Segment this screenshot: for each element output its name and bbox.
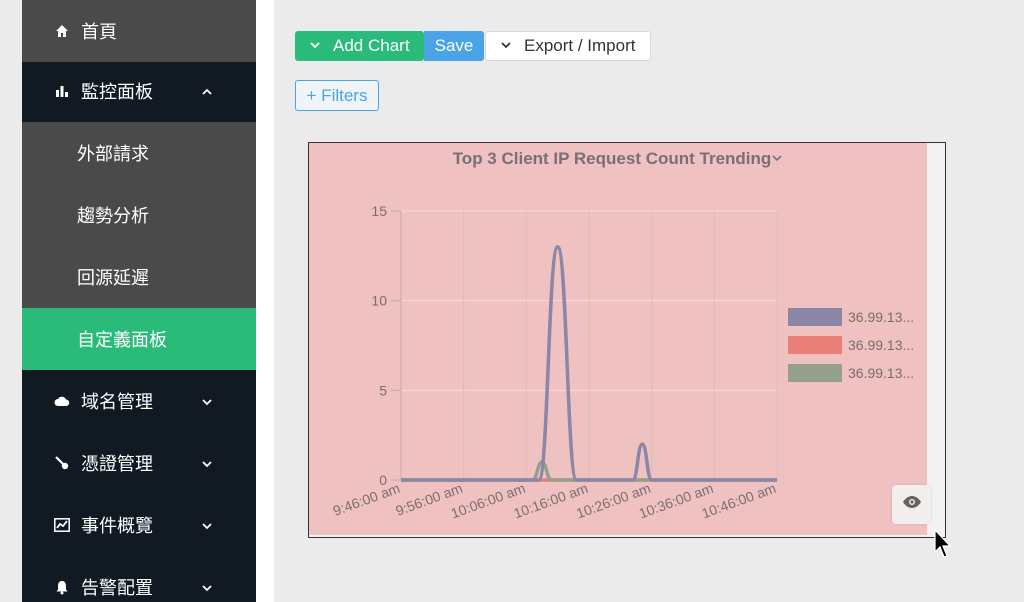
legend-label: 36.99.13... (848, 337, 914, 353)
chevron-up-icon (200, 83, 214, 104)
line-chart: 0510159:46:00 am9:56:00 am10:06:00 am10:… (331, 203, 914, 521)
sidebar-item-domains[interactable]: 域名管理 (22, 370, 256, 432)
chart-widget[interactable]: Top 3 Client IP Request Count Trending 0… (308, 142, 946, 538)
sidebar-item-external-requests[interactable]: 外部請求 (22, 122, 256, 184)
chevron-down-icon (309, 36, 321, 56)
key-icon (52, 455, 72, 471)
view-button[interactable] (892, 485, 931, 524)
mouse-cursor (933, 528, 953, 565)
filters-button[interactable]: + Filters (295, 80, 379, 111)
home-icon (52, 24, 72, 38)
chevron-down-icon (200, 579, 214, 600)
chevron-down-icon (500, 36, 512, 56)
sidebar-item-trend-analysis[interactable]: 趨勢分析 (22, 184, 256, 246)
chevron-down-icon (200, 455, 214, 476)
sidebar-item-origin-latency[interactable]: 回源延遲 (22, 246, 256, 308)
window-edge (0, 0, 22, 602)
sidebar-item-home[interactable]: 首頁 (22, 0, 256, 62)
legend-swatch (788, 336, 842, 354)
chart-panel: Top 3 Client IP Request Count Trending 0… (309, 143, 927, 535)
sidebar-item-label: 外部請求 (77, 144, 149, 165)
chevron-down-icon (200, 393, 214, 414)
trend-icon (52, 518, 72, 532)
save-button[interactable]: Save (424, 31, 484, 61)
legend-label: 36.99.13... (848, 309, 914, 325)
add-chart-button[interactable]: Add Chart (295, 31, 424, 61)
bar-chart-icon (52, 84, 72, 98)
sidebar-item-events[interactable]: 事件概覽 (22, 494, 256, 556)
export-import-button[interactable]: Export / Import (485, 31, 651, 61)
sidebar-item-label: 監控面板 (81, 82, 153, 103)
sidebar-item-label: 憑證管理 (81, 454, 153, 475)
export-import-label: Export / Import (524, 36, 636, 55)
sidebar-item-label: 回源延遲 (77, 268, 149, 289)
content-divider (256, 0, 274, 602)
sidebar-item-label: 告警配置 (81, 578, 153, 599)
chevron-down-icon (200, 517, 214, 538)
legend-label: 36.99.13... (848, 365, 914, 381)
bell-icon (52, 580, 72, 595)
sidebar-item-label: 域名管理 (81, 392, 153, 413)
sidebar-item-label: 趨勢分析 (77, 206, 149, 227)
legend-swatch (788, 308, 842, 326)
add-chart-label: Add Chart (333, 36, 410, 55)
sidebar: 首頁 監控面板 外部請求 趨勢分析 回源延遲 自定義面板 域名管理 憑證管理 事… (22, 0, 256, 602)
x-tick-label: 9:46:00 am (331, 480, 402, 519)
y-tick-label: 5 (379, 382, 387, 398)
sidebar-item-certificates[interactable]: 憑證管理 (22, 432, 256, 494)
eye-icon (902, 495, 922, 514)
sidebar-item-label: 首頁 (81, 22, 117, 43)
legend-swatch (788, 364, 842, 382)
sidebar-item-monitoring[interactable]: 監控面板 (22, 60, 256, 122)
sidebar-item-custom-dashboard[interactable]: 自定義面板 (22, 308, 256, 370)
sidebar-item-label: 事件概覽 (81, 516, 153, 537)
cloud-icon (52, 395, 72, 407)
y-tick-label: 10 (371, 293, 387, 309)
sidebar-item-label: 自定義面板 (77, 330, 167, 351)
sidebar-item-alerts[interactable]: 告警配置 (22, 556, 256, 602)
y-tick-label: 15 (371, 203, 387, 219)
